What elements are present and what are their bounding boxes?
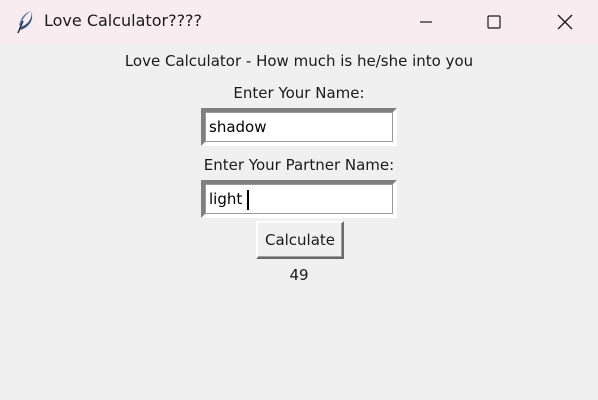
close-button[interactable] xyxy=(542,0,588,44)
text-cursor xyxy=(247,190,249,210)
partner-name-input[interactable] xyxy=(205,184,393,214)
minimize-icon xyxy=(418,14,434,30)
name-label: Enter Your Name: xyxy=(233,84,365,102)
close-icon xyxy=(556,13,574,31)
window-title: Love Calculator???? xyxy=(44,11,203,30)
partner-entry-frame xyxy=(201,180,397,218)
minimize-button[interactable] xyxy=(403,0,449,44)
partner-name-label: Enter Your Partner Name: xyxy=(203,156,395,174)
feather-icon xyxy=(14,9,36,35)
name-entry-frame xyxy=(201,108,397,146)
maximize-icon xyxy=(486,14,502,30)
maximize-button[interactable] xyxy=(471,0,517,44)
app-heading: Love Calculator - How much is he/she int… xyxy=(124,52,474,70)
result-value: 49 xyxy=(289,266,309,284)
calculate-button[interactable]: Calculate xyxy=(256,221,344,259)
title-bar: Love Calculator???? xyxy=(0,0,598,44)
name-input[interactable] xyxy=(205,112,393,142)
